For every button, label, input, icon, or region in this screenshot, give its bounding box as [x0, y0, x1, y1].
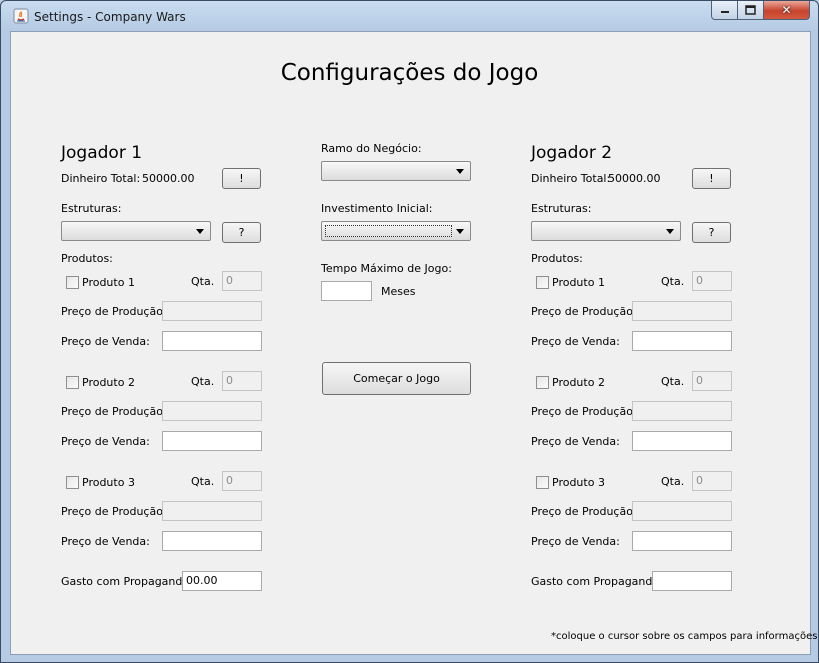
investment-combo[interactable] [321, 221, 471, 241]
player2-product2-price-label: Preço de Venda: [531, 435, 620, 448]
player1-product1-cost-field[interactable] [162, 301, 262, 321]
player1-product2-checkbox[interactable] [66, 376, 79, 389]
player2-money-value: 50000.00 [608, 172, 661, 185]
page-title: Configurações do Jogo [280, 60, 539, 86]
player1-money-value: 50000.00 [142, 172, 195, 185]
player1-product1-qty-label: Qta. [191, 275, 215, 288]
player1-ads-field[interactable]: 00.00 [182, 571, 262, 591]
player1-product2-label: Produto 2 [82, 376, 135, 389]
minimize-icon [720, 11, 729, 13]
maximize-button[interactable] [738, 1, 764, 20]
player2-info-button[interactable]: ! [692, 168, 731, 189]
player2-product1-cost-field[interactable] [632, 301, 732, 321]
player2-product3-price-label: Preço de Venda: [531, 535, 620, 548]
java-app-icon [13, 8, 29, 24]
player2-product3-qty-field[interactable]: 0 [692, 471, 732, 491]
player1-product3-qty-label: Qta. [191, 475, 215, 488]
footnote: *coloque o cursor sobre os campos para i… [551, 631, 818, 642]
player1-product3-cost-field[interactable] [162, 501, 262, 521]
player2-product3-cost-label: Preço de Produção: [531, 505, 637, 518]
player2-title: Jogador 2 [531, 143, 613, 163]
player1-product1-qty-field[interactable]: 0 [222, 271, 262, 291]
player2-product3-qty-label: Qta. [661, 475, 685, 488]
player2-product2-checkbox[interactable] [536, 376, 549, 389]
player1-money-label: Dinheiro Total: [61, 172, 141, 185]
player2-structures-combo[interactable] [531, 221, 681, 241]
player1-product2-price-field[interactable] [162, 431, 262, 451]
player2-product2-qty-label: Qta. [661, 375, 685, 388]
player1-product1-price-field[interactable] [162, 331, 262, 351]
player2-product3-label: Produto 3 [552, 476, 605, 489]
player1-structures-help-button[interactable]: ? [222, 222, 261, 243]
player1-title: Jogador 1 [61, 143, 143, 163]
player2-product1-cost-label: Preço de Produção: [531, 305, 637, 318]
player1-structures-label: Estruturas: [61, 202, 122, 215]
player1-product1-cost-label: Preço de Produção: [61, 305, 167, 318]
player2-product1-price-label: Preço de Venda: [531, 335, 620, 348]
player2-product3-price-field[interactable] [632, 531, 732, 551]
player2-product1-price-field[interactable] [632, 331, 732, 351]
player1-product2-cost-label: Preço de Produção: [61, 405, 167, 418]
player1-product3-label: Produto 3 [82, 476, 135, 489]
player2-product1-qty-field[interactable]: 0 [692, 271, 732, 291]
business-label: Ramo do Negócio: [321, 142, 422, 155]
player2-product2-label: Produto 2 [552, 376, 605, 389]
player1-product1-checkbox[interactable] [66, 276, 79, 289]
player2-product2-cost-field[interactable] [632, 401, 732, 421]
player2-product2-cost-label: Preço de Produção: [531, 405, 637, 418]
player2-product1-label: Produto 1 [552, 276, 605, 289]
close-button[interactable]: ✕ [764, 1, 810, 20]
months-label: Meses [381, 285, 416, 298]
player1-product3-price-label: Preço de Venda: [61, 535, 150, 548]
max-time-field[interactable] [321, 281, 372, 301]
player2-ads-field[interactable] [652, 571, 732, 591]
title-bar[interactable]: Settings - Company Wars ✕ [1, 1, 818, 31]
player2-structures-label: Estruturas: [531, 202, 592, 215]
player1-product2-qty-field[interactable]: 0 [222, 371, 262, 391]
player2-products-label: Produtos: [531, 252, 583, 265]
player1-product1-price-label: Preço de Venda: [61, 335, 150, 348]
player1-product2-cost-field[interactable] [162, 401, 262, 421]
business-combo[interactable] [321, 161, 471, 181]
player2-money-label: Dinheiro Total: [531, 172, 611, 185]
player2-product2-qty-field[interactable]: 0 [692, 371, 732, 391]
chevron-down-icon [456, 229, 464, 234]
player1-product2-price-label: Preço de Venda: [61, 435, 150, 448]
player1-product3-cost-label: Preço de Produção: [61, 505, 167, 518]
player1-product2-qty-label: Qta. [191, 375, 215, 388]
player2-structures-help-button[interactable]: ? [692, 222, 731, 243]
minimize-button[interactable] [711, 1, 738, 20]
max-time-label: Tempo Máximo de Jogo: [321, 262, 452, 275]
player2-ads-label: Gasto com Propaganda: [531, 575, 663, 588]
player2-product3-checkbox[interactable] [536, 476, 549, 489]
player1-products-label: Produtos: [61, 252, 113, 265]
close-icon: ✕ [781, 3, 792, 17]
player2-product1-checkbox[interactable] [536, 276, 549, 289]
chevron-down-icon [456, 169, 464, 174]
player1-product1-label: Produto 1 [82, 276, 135, 289]
maximize-icon [745, 5, 756, 15]
investment-label: Investimento Inicial: [321, 202, 433, 215]
player1-product3-price-field[interactable] [162, 531, 262, 551]
chevron-down-icon [666, 229, 674, 234]
player1-info-button[interactable]: ! [222, 168, 261, 189]
player2-product2-price-field[interactable] [632, 431, 732, 451]
player1-ads-label: Gasto com Propaganda: [61, 575, 193, 588]
player1-product3-qty-field[interactable]: 0 [222, 471, 262, 491]
start-game-button[interactable]: Começar o Jogo [322, 362, 471, 395]
chevron-down-icon [196, 229, 204, 234]
player2-product3-cost-field[interactable] [632, 501, 732, 521]
window-title: Settings - Company Wars [34, 10, 186, 24]
player1-product3-checkbox[interactable] [66, 476, 79, 489]
player2-product1-qty-label: Qta. [661, 275, 685, 288]
player1-structures-combo[interactable] [61, 221, 211, 241]
